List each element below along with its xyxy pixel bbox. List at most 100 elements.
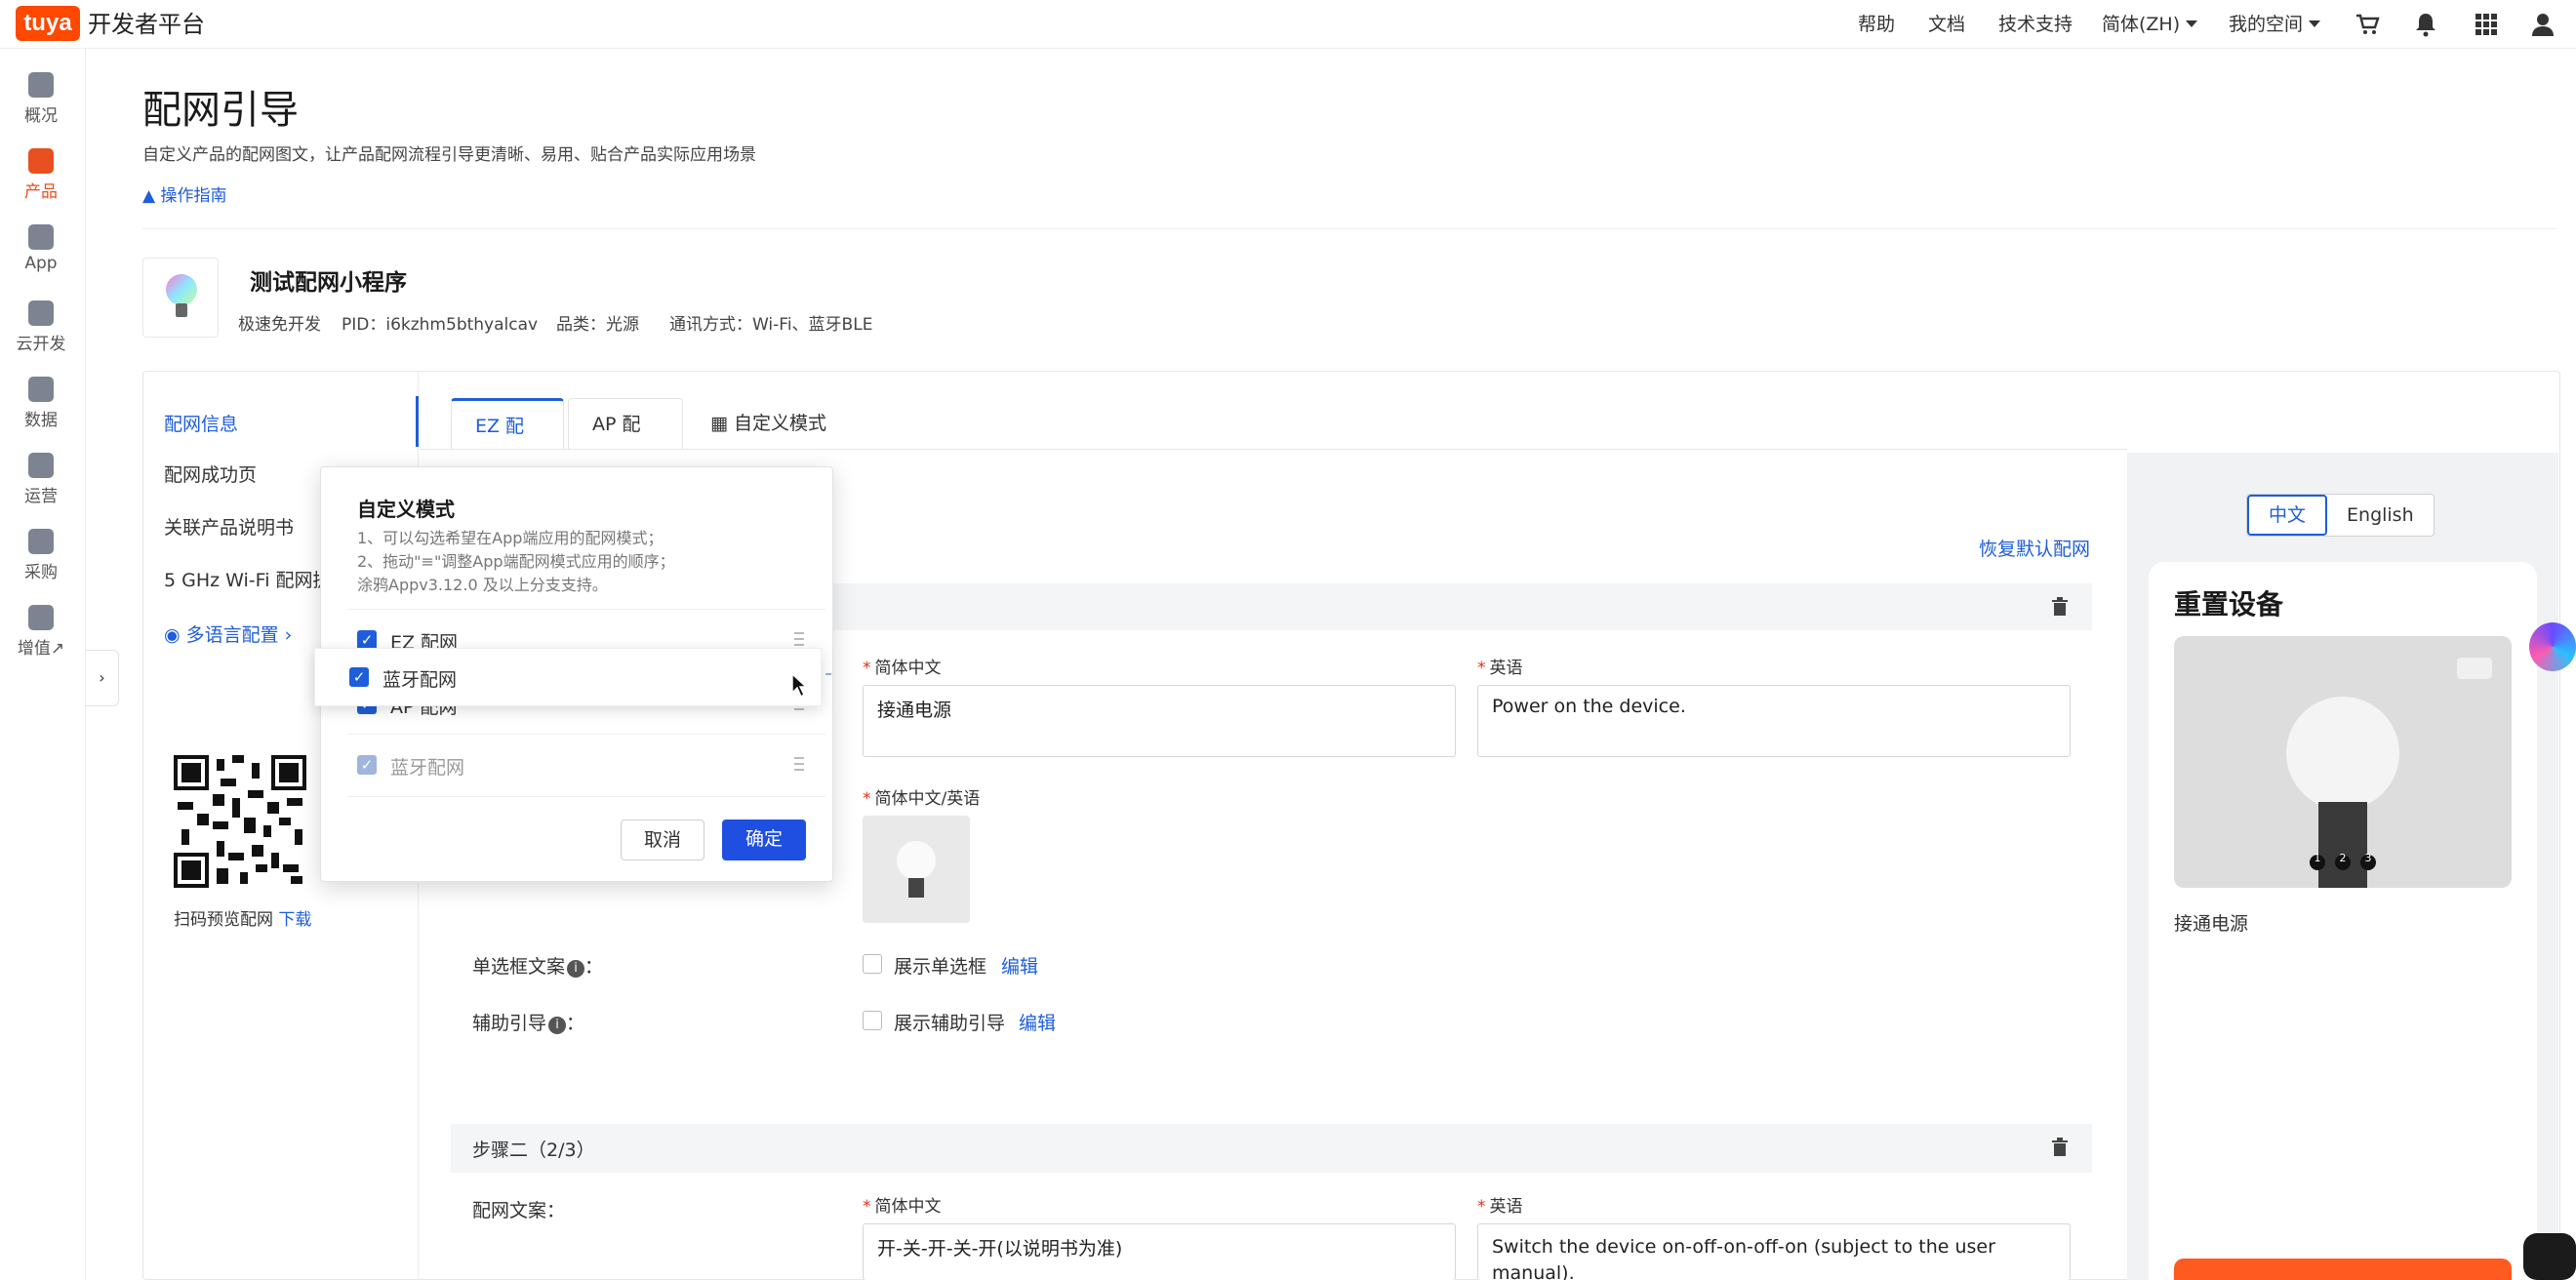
- nav-operations[interactable]: 运营: [0, 453, 82, 506]
- preview-lang-cn[interactable]: 中文: [2247, 495, 2328, 536]
- step2-en-input[interactable]: Switch the device on-off-on-off-on (subj…: [1477, 1223, 2071, 1280]
- nav-support[interactable]: 技术支持: [1998, 0, 2073, 49]
- language-dropdown[interactable]: 简体(ZH): [2102, 0, 2198, 49]
- my-space-dropdown[interactable]: 我的空间: [2229, 0, 2321, 49]
- tab-ap[interactable]: AP 配网: [568, 398, 683, 486]
- tab-custom-mode[interactable]: ▦ 自定义模式: [687, 398, 853, 449]
- chart-icon: [28, 377, 54, 402]
- info-icon[interactable]: i: [548, 1017, 567, 1034]
- show-radio-checkbox[interactable]: [863, 954, 882, 974]
- page-description: 自定义产品的配网图文，让产品配网流程引导更清晰、易用、贴合产品实际应用场景: [142, 145, 756, 165]
- info-icon[interactable]: i: [567, 960, 585, 978]
- collapse-nav-button[interactable]: ›: [86, 650, 119, 706]
- bell-icon[interactable]: [2412, 11, 2439, 38]
- menu-success-page[interactable]: 配网成功页: [164, 460, 257, 487]
- required-mark: *: [863, 789, 871, 809]
- product-pid: PID：i6kzhm5bthyalcav: [342, 315, 539, 335]
- nav-label: 数据: [24, 411, 58, 430]
- nav-product[interactable]: 产品: [0, 148, 82, 202]
- nav-purchase[interactable]: 采购: [0, 529, 82, 582]
- required-mark: *: [863, 1197, 871, 1217]
- apps-grid-icon[interactable]: [2473, 11, 2500, 38]
- drag-handle-icon: [794, 757, 804, 775]
- preview-caption: 接通电源: [2174, 913, 2249, 935]
- popover-divider: [347, 609, 825, 610]
- en-field-label: * 英语: [1477, 1192, 1523, 1217]
- preview-dot-1: 1: [2314, 852, 2321, 864]
- restore-default-link[interactable]: 恢复默认配网: [1979, 535, 2090, 561]
- bag-icon: [28, 529, 54, 554]
- product-icon: [28, 148, 54, 174]
- show-assist-label: 展示辅助引导: [894, 1013, 1006, 1034]
- ez-mode-checkbox[interactable]: ✓: [357, 630, 377, 650]
- preview-dot-2: 2: [2339, 852, 2347, 864]
- light-bulb-image: [2286, 658, 2492, 888]
- trash-icon[interactable]: [2051, 1138, 2069, 1157]
- menu-manual[interactable]: 关联产品说明书: [164, 513, 294, 540]
- edit-assist-link[interactable]: 编辑: [1019, 1009, 1056, 1035]
- multi-language-label: 多语言配置: [185, 624, 279, 646]
- en-field-label-text: 英语: [1489, 1197, 1523, 1217]
- cloud-icon: [28, 300, 54, 326]
- confirm-button[interactable]: 确定: [722, 820, 806, 860]
- menu-5ghz[interactable]: 5 GHz Wi-Fi 配网提: [164, 566, 332, 592]
- nav-docs[interactable]: 文档: [1928, 0, 1965, 49]
- menu-active-indicator: [416, 396, 419, 447]
- assistant-orb-icon[interactable]: [2529, 622, 2576, 671]
- step1-cn-input[interactable]: 接通电源: [863, 685, 1456, 757]
- language-label: 简体(ZH): [2102, 14, 2181, 35]
- popover-divider: [347, 796, 825, 797]
- globe-icon: ◉: [164, 624, 186, 646]
- edit-radio-link[interactable]: 编辑: [1001, 952, 1038, 979]
- image-field-label: * 简体中文/英语: [863, 784, 980, 809]
- nav-app[interactable]: App: [0, 224, 82, 273]
- menu-pairing-info[interactable]: 配网信息: [164, 410, 238, 436]
- platform-name[interactable]: 开发者平台: [88, 8, 205, 41]
- user-icon[interactable]: [2529, 11, 2556, 38]
- nav-data[interactable]: 数据: [0, 377, 82, 430]
- step1-image-thumbnail[interactable]: [863, 816, 970, 923]
- required-mark: *: [863, 659, 871, 678]
- cn-field-label-text: 简体中文: [874, 659, 942, 678]
- qr-download-link[interactable]: 下载: [278, 910, 311, 930]
- show-radio-label: 展示单选框: [894, 956, 987, 978]
- chevron-right-icon: ›: [278, 624, 293, 646]
- assist-guide-label-text: 辅助引导: [472, 1013, 547, 1034]
- step2-cn-input[interactable]: 开-关-开-关-开(以说明书为准): [863, 1223, 1456, 1280]
- show-assist-checkbox[interactable]: [863, 1011, 882, 1030]
- tab-ez[interactable]: EZ 配网: [451, 398, 564, 488]
- nav-label: 增值: [17, 639, 51, 659]
- required-mark: *: [1477, 1197, 1486, 1217]
- step-two-header: [451, 1124, 2092, 1173]
- product-name: 测试配网小程序: [250, 270, 407, 296]
- dragging-row-label: 蓝牙配网: [382, 669, 458, 691]
- nav-overview[interactable]: 概况: [0, 72, 82, 126]
- light-bulb-image: [897, 841, 936, 898]
- label-colon: ：: [584, 956, 604, 978]
- label-colon: ：: [566, 1013, 585, 1034]
- tuya-logo[interactable]: tuya: [16, 6, 80, 41]
- cancel-button[interactable]: 取消: [621, 820, 704, 860]
- product-thumbnail: [142, 258, 219, 338]
- feedback-icon[interactable]: [2523, 1233, 2576, 1280]
- nav-value-added[interactable]: 增值↗: [0, 605, 82, 659]
- preview-title: 重置设备: [2174, 588, 2284, 620]
- light-bulb-icon: [166, 274, 197, 317]
- nav-cloud[interactable]: 云开发: [0, 300, 82, 354]
- widgets-icon: ▦: [710, 413, 734, 434]
- step1-en-input[interactable]: Power on the device.: [1477, 685, 2071, 757]
- qr-caption: 扫码预览配网 下载: [174, 905, 311, 930]
- preview-lang-en[interactable]: English: [2327, 495, 2434, 536]
- cart-icon[interactable]: [2354, 11, 2381, 38]
- popover-hint-3: 涂鸦Appv3.12.0 及以上分支支持。: [357, 576, 608, 594]
- menu-multi-language[interactable]: ◉ 多语言配置 ›: [164, 620, 292, 647]
- operation-guide-link[interactable]: ▲ 操作指南: [142, 181, 226, 206]
- trash-icon[interactable]: [2051, 597, 2069, 617]
- step2-text-label: 配网文案：: [472, 1200, 566, 1221]
- header-divider: [142, 228, 2556, 229]
- tab-custom-label: 自定义模式: [734, 413, 827, 434]
- en-field-label: * 英语: [1477, 654, 1523, 678]
- qr-caption-label: 扫码预览配网: [174, 910, 273, 930]
- nav-help[interactable]: 帮助: [1858, 0, 1895, 49]
- operation-guide-label: 操作指南: [160, 186, 227, 206]
